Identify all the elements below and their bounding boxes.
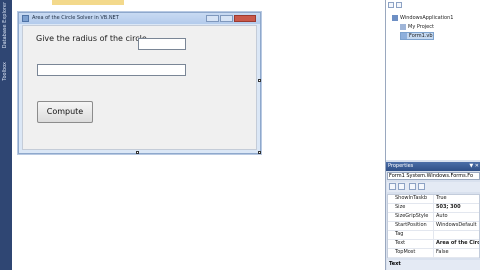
properties-object-selector[interactable]: Form1 System.Windows.Forms.Fo: [387, 172, 480, 180]
compute-button[interactable]: Compute: [37, 101, 93, 123]
properties-title: Properties: [388, 163, 414, 169]
radius-input[interactable]: [138, 38, 186, 50]
form-designer: Area of the Circle Solver in VB.NET Give…: [12, 0, 385, 270]
resize-handle-corner[interactable]: [258, 151, 261, 154]
right-panel: WindowsApplication1 My Project Form1.vb …: [385, 0, 480, 270]
property-description: Text: [387, 260, 480, 270]
solution-explorer: WindowsApplication1 My Project Form1.vb: [386, 0, 480, 160]
project-icon: [392, 15, 398, 21]
app-icon: [22, 15, 29, 22]
left-toolbox-strip: Database Explorer Toolbox: [0, 0, 12, 270]
form-title: Area of the Circle Solver in VB.NET: [32, 15, 119, 21]
resize-handle-bottom[interactable]: [136, 151, 139, 154]
properties-icon[interactable]: [409, 183, 416, 190]
form1-label: Form1.vb: [409, 33, 433, 39]
property-row[interactable]: Size 503; 300: [388, 204, 479, 213]
property-row[interactable]: TopMost False: [388, 249, 479, 258]
events-icon[interactable]: [418, 183, 425, 190]
project-label: WindowsApplication1: [400, 15, 454, 21]
tree-item-form1[interactable]: Form1.vb: [400, 32, 434, 40]
property-row[interactable]: SizeGripStyle Auto: [388, 213, 479, 222]
alphabetical-icon[interactable]: [398, 183, 405, 190]
my-project-icon: [400, 24, 406, 30]
my-project-label: My Project: [408, 24, 434, 30]
maximize-icon[interactable]: [220, 15, 233, 22]
solution-toolbar: [388, 2, 402, 8]
minimize-icon[interactable]: [206, 15, 219, 22]
toolbox-tab[interactable]: Toolbox: [2, 62, 10, 81]
property-row[interactable]: Text Area of the Circ: [388, 240, 479, 249]
result-output[interactable]: [37, 64, 186, 76]
property-row[interactable]: Tag: [388, 231, 479, 240]
property-row[interactable]: StartPosition WindowsDefault: [388, 222, 479, 231]
resize-handle-right[interactable]: [258, 79, 261, 82]
radius-label: Give the radius of the circle: [36, 34, 147, 43]
property-row[interactable]: ShowInTaskb True: [388, 195, 479, 204]
form-window[interactable]: Area of the Circle Solver in VB.NET Give…: [18, 12, 261, 154]
show-all-files-icon[interactable]: [388, 2, 394, 8]
properties-titlebar[interactable]: Properties ▼ ✕: [386, 162, 480, 171]
tree-item-my-project[interactable]: My Project: [400, 24, 434, 30]
form-file-icon: [401, 33, 407, 39]
categorized-icon[interactable]: [389, 183, 396, 190]
properties-toolbar: [387, 182, 480, 192]
form-client-area: Give the radius of the circle Compute: [22, 25, 257, 150]
property-grid: ShowInTaskb True Size 503; 300 SizeGripSty…: [387, 194, 480, 258]
refresh-icon[interactable]: [396, 2, 402, 8]
designer-tab-strip[interactable]: [52, 0, 124, 5]
close-icon[interactable]: [234, 15, 256, 22]
tree-item-project[interactable]: WindowsApplication1: [392, 15, 453, 21]
database-explorer-tab[interactable]: Database Explorer: [2, 2, 10, 48]
form-titlebar[interactable]: Area of the Circle Solver in VB.NET: [19, 13, 260, 24]
pin-close-icons[interactable]: ▼ ✕: [469, 162, 479, 171]
